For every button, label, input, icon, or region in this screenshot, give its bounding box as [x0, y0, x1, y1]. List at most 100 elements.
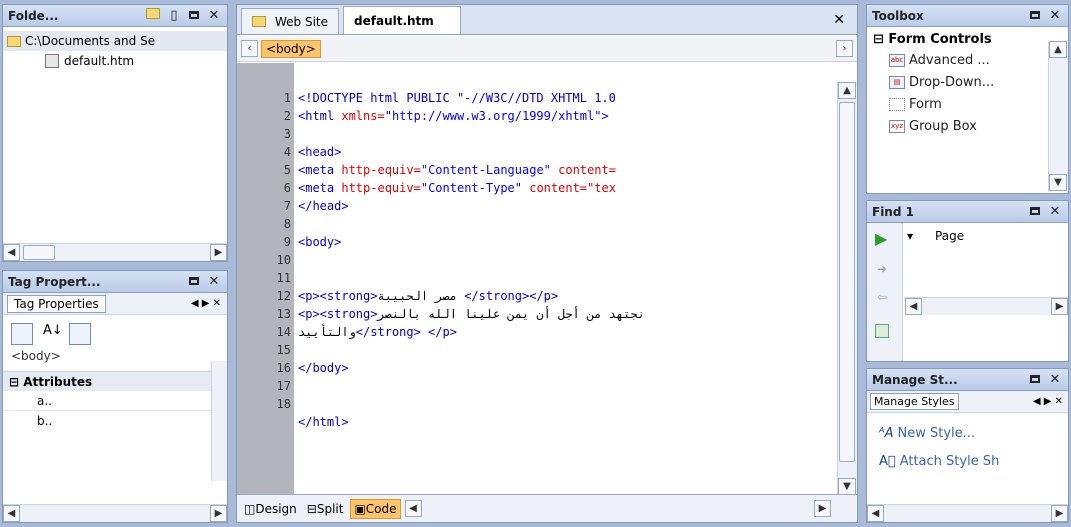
view-code-button[interactable]: ▣Code — [350, 498, 401, 519]
toolbox-item-dropdown[interactable]: ▤ Drop-Down... — [867, 71, 1068, 93]
code-line: </head> — [298, 199, 349, 213]
find-options-icon[interactable]: ▾ — [907, 229, 913, 243]
breadcrumb-tag-body[interactable]: <body> — [261, 40, 321, 58]
maximize-icon[interactable] — [1027, 372, 1043, 387]
scroll-left-icon[interactable]: ◀ — [404, 500, 422, 517]
scroll-down-icon[interactable]: ▼ — [838, 478, 856, 495]
folder-icon — [7, 35, 21, 47]
scroll-thumb[interactable] — [23, 245, 55, 260]
tag-properties-header: Tag Propert... ✕ — [3, 271, 227, 293]
close-icon[interactable]: ✕ — [1047, 8, 1063, 23]
line-number: 4 — [283, 145, 291, 159]
code-line: </html> — [298, 415, 349, 429]
maximize-icon[interactable] — [186, 274, 202, 289]
new-style-icon: ᴬA — [879, 425, 894, 441]
column-page-header: Page — [935, 229, 965, 243]
scroll-right-icon[interactable]: ▶ — [1051, 298, 1068, 315]
scroll-up-icon[interactable]: ▲ — [838, 82, 856, 99]
code-area[interactable]: 1 2 3 4 5 6 7 8 9 10 11 12 13 14 15 16 17 18 <!DOCTYPE ht… — [237, 63, 837, 495]
tab-web-site[interactable]: Web Site — [241, 8, 340, 34]
scroll-right-icon[interactable]: ▶ — [814, 500, 831, 517]
close-icon[interactable]: ✕ — [1047, 372, 1063, 387]
file-item[interactable]: default.htm — [3, 51, 227, 71]
view-split-button[interactable]: ⊟Split — [304, 500, 347, 518]
attach-style-sheet-link[interactable]: A⃞ Attach Style Sh — [867, 451, 1068, 471]
vertical-scrollbar[interactable] — [211, 361, 227, 481]
vertical-scrollbar[interactable]: ▲ ▼ — [1048, 41, 1068, 191]
folder-icon[interactable] — [146, 8, 162, 23]
manage-styles-header: Manage St... ✕ — [867, 369, 1068, 391]
editor-vertical-scrollbar[interactable]: ▲ ▼ — [837, 82, 857, 495]
new-style-link[interactable]: ᴬA New Style... — [867, 423, 1068, 443]
tab-nav-icon[interactable]: ◀ ▶ ✕ — [1033, 396, 1063, 407]
tab-nav-icon[interactable]: ◀ ▶ ✕ — [191, 298, 221, 309]
tab-manage-styles[interactable]: Manage Styles — [870, 393, 959, 410]
maximize-icon[interactable] — [186, 8, 202, 23]
play-icon[interactable]: ▶ — [875, 229, 902, 248]
scroll-left-icon[interactable]: ◀ — [3, 505, 20, 522]
tab-default-htm[interactable]: default.htm — [343, 6, 462, 34]
line-number: 5 — [283, 163, 291, 177]
code-line: <meta http-equiv="Content-Language" cont… — [298, 163, 616, 177]
sort-az-icon[interactable]: A↓ — [43, 323, 63, 345]
scroll-thumb[interactable] — [839, 102, 855, 462]
code-line: <body> — [298, 235, 342, 249]
prev-result-icon[interactable]: ⇦ — [877, 290, 902, 304]
find-header: Find 1 ✕ — [867, 201, 1068, 223]
view-design-button[interactable]: ◫Design — [241, 500, 300, 518]
line-number: 14 — [276, 325, 291, 339]
code-line: <head> — [298, 145, 342, 159]
scroll-left-icon[interactable]: ◀ — [905, 298, 922, 315]
tag-properties-pane: Tag Propert... ✕ Tag Properties ◀ ▶ ✕ A↓… — [2, 270, 228, 523]
horizontal-scrollbar[interactable]: ◀ ▶ — [3, 504, 227, 522]
scroll-left-icon[interactable]: ◀ — [3, 244, 20, 261]
breadcrumb-right-icon[interactable]: › — [836, 40, 853, 57]
scroll-left-icon[interactable]: ◀ — [867, 505, 884, 522]
manage-styles-title: Manage St... — [872, 372, 958, 387]
line-number: 2 — [283, 109, 291, 123]
maximize-icon[interactable] — [1027, 8, 1043, 23]
refresh-icon[interactable] — [875, 324, 889, 338]
editor-pane: Web Site default.htm ✕ ‹ <body> › 123456… — [236, 4, 858, 523]
tab-tag-properties[interactable]: Tag Properties — [7, 294, 106, 313]
line-number: 18 — [276, 397, 291, 411]
line-number: 3 — [283, 127, 291, 141]
line-number: 15 — [276, 343, 291, 357]
close-icon[interactable]: ✕ — [1047, 204, 1063, 219]
folder-item[interactable]: C:\Documents and Se — [3, 31, 227, 51]
scroll-right-icon[interactable]: ▶ — [1051, 505, 1068, 522]
scroll-right-icon[interactable]: ▶ — [210, 244, 227, 261]
dropdown-icon: ▤ — [889, 75, 905, 89]
attributes-section[interactable]: ⊟ Attributes — [3, 371, 227, 391]
attribute-row[interactable]: a.. — [3, 391, 227, 411]
line-number: 1 — [283, 91, 291, 105]
line-number: 8 — [283, 217, 291, 231]
next-result-icon[interactable]: ➜ — [877, 262, 902, 276]
toolbox-item-advanced[interactable]: abc Advanced ... — [867, 49, 1068, 71]
line-number: 11 — [276, 271, 291, 285]
horizontal-scrollbar[interactable]: ◀ ▶ — [3, 243, 227, 261]
folder-list-header: Folde... ▯ ✕ — [3, 5, 227, 27]
categorized-icon[interactable] — [11, 323, 33, 345]
breadcrumb-left-icon[interactable]: ‹ — [241, 40, 258, 57]
close-document-icon[interactable]: ✕ — [833, 12, 845, 28]
code-line: <!DOCTYPE html PUBLIC "-//W3C//DTD XHTML… — [298, 91, 616, 105]
scroll-down-icon[interactable]: ▼ — [1049, 174, 1067, 191]
horizontal-scrollbar[interactable]: ◀ ▶ — [867, 504, 1068, 522]
line-number: 17 — [276, 379, 291, 393]
code-line: والتأييد</strong> </p> — [298, 325, 457, 339]
line-number-gutter: 1 2 3 4 5 6 7 8 9 10 11 12 13 14 15 16 17 18 — [237, 63, 294, 495]
toolbox-item-group-box[interactable]: xyz Group Box — [867, 115, 1068, 137]
maximize-icon[interactable] — [1027, 204, 1043, 219]
scroll-up-icon[interactable]: ▲ — [1049, 41, 1067, 58]
show-set-properties-icon[interactable] — [68, 323, 91, 345]
close-icon[interactable]: ✕ — [206, 274, 222, 289]
close-icon[interactable]: ✕ — [206, 8, 222, 23]
code-line: <meta http-equiv="Content-Type" content=… — [298, 181, 616, 195]
form-controls-group[interactable]: ⊟ Form Controls — [867, 29, 1068, 49]
toolbox-item-form[interactable]: Form — [867, 93, 1068, 115]
attribute-row[interactable]: b.. — [3, 411, 227, 431]
scroll-right-icon[interactable]: ▶ — [210, 505, 227, 522]
new-page-icon[interactable]: ▯ — [166, 8, 182, 23]
horizontal-scrollbar[interactable]: ◀ ▶ — [905, 297, 1068, 315]
